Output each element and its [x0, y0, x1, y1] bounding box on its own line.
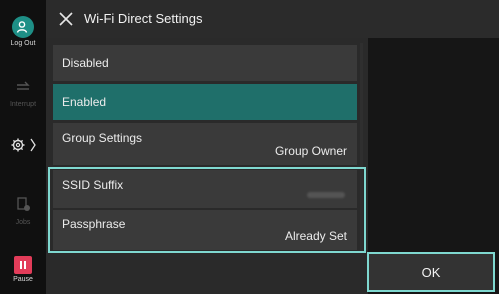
interrupt-button[interactable]: Interrupt: [0, 80, 46, 108]
option-disabled[interactable]: Disabled: [53, 45, 357, 81]
settings-nav-button[interactable]: [0, 136, 46, 159]
jobs-label: Jobs: [15, 219, 31, 226]
logout-button[interactable]: Log Out: [0, 16, 46, 47]
pause-label: Pause: [13, 276, 33, 283]
group-settings-row[interactable]: Group Settings Group Owner: [53, 123, 357, 165]
jobs-button[interactable]: Jobs: [0, 196, 46, 226]
settings-list: Disabled Enabled Group Settings Group Ow…: [46, 38, 368, 294]
focus-highlight: [48, 167, 366, 253]
group-settings-value: Group Owner: [274, 144, 347, 158]
option-disabled-label: Disabled: [62, 56, 109, 70]
group-settings-label: Group Settings: [62, 131, 143, 145]
user-icon: [12, 16, 34, 38]
ok-button[interactable]: OK: [367, 252, 495, 292]
page-title: Wi-Fi Direct Settings: [84, 11, 203, 26]
pause-button[interactable]: Pause: [0, 256, 46, 283]
logout-label: Log Out: [10, 40, 36, 47]
pause-icon: [14, 256, 32, 274]
side-rail: Log Out Interrupt Jobs Pause: [0, 0, 46, 294]
option-enabled-label: Enabled: [62, 95, 107, 109]
interrupt-label: Interrupt: [9, 101, 37, 108]
close-icon[interactable]: [58, 11, 74, 27]
jobs-icon: [17, 197, 30, 211]
header-bar: Wi-Fi Direct Settings: [46, 0, 499, 38]
interrupt-icon: [17, 81, 30, 90]
gear-icon: [11, 138, 36, 152]
option-enabled[interactable]: Enabled: [53, 84, 357, 120]
